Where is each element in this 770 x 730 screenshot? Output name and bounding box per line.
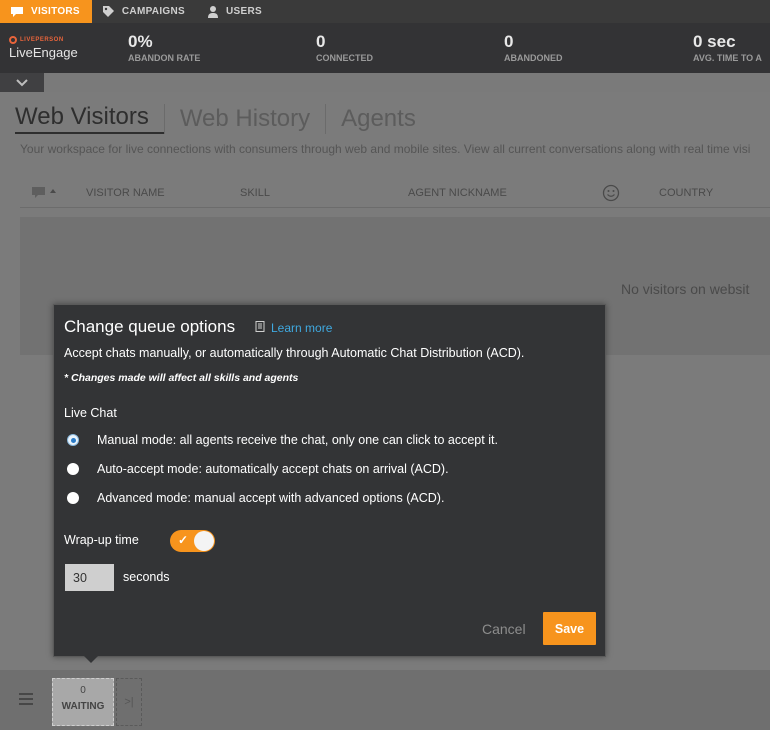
- radio-label: Manual mode: all agents receive the chat…: [97, 433, 498, 447]
- page-subtitle: Your workspace for live connections with…: [20, 142, 751, 156]
- radio-button[interactable]: [67, 492, 79, 504]
- radio-auto-accept-mode[interactable]: Auto-accept mode: automatically accept c…: [67, 462, 449, 476]
- save-button[interactable]: Save: [543, 612, 596, 645]
- user-icon: [207, 5, 219, 18]
- page-tabs: Web Visitors Web History Agents: [15, 104, 446, 134]
- kpi-abandon-rate: 0% ABANDON RATE: [128, 32, 200, 63]
- kpi-bar: LIVEPERSON LiveEngage 0% ABANDON RATE 0 …: [0, 23, 770, 73]
- column-agent-nickname[interactable]: AGENT NICKNAME: [408, 187, 507, 199]
- brand-name: LiveEngage: [9, 45, 78, 60]
- change-queue-options-dialog: Change queue options Learn more Accept c…: [53, 304, 606, 657]
- dialog-note: * Changes made will affect all skills an…: [64, 372, 299, 384]
- radio-advanced-mode[interactable]: Advanced mode: manual accept with advanc…: [67, 491, 444, 505]
- brand-logo: LIVEPERSON LiveEngage: [9, 36, 78, 60]
- wrapup-label: Wrap-up time: [64, 533, 139, 547]
- kpi-value: 0 sec: [693, 32, 736, 51]
- column-skill[interactable]: SKILL: [240, 187, 270, 199]
- toggle-knob: [194, 531, 214, 551]
- waiting-label: WAITING: [61, 701, 105, 712]
- kpi-value: 0: [316, 32, 326, 51]
- kpi-connected: 0 CONNECTED: [316, 32, 373, 63]
- kpi-label: AVG. TIME TO A: [693, 53, 762, 63]
- learn-more-link[interactable]: Learn more: [255, 321, 332, 335]
- dialog-title: Change queue options: [64, 317, 236, 336]
- bottom-bar: 0 WAITING >|: [0, 670, 770, 730]
- radio-button-selected[interactable]: [67, 434, 79, 446]
- kpi-avg-time: 0 sec AVG. TIME TO A: [693, 32, 762, 63]
- kpi-abandoned: 0 ABANDONED: [504, 32, 563, 63]
- nav-tab-users[interactable]: USERS: [197, 0, 274, 23]
- tab-divider: [325, 104, 327, 134]
- kpi-label: ABANDONED: [504, 53, 563, 63]
- tab-web-visitors[interactable]: Web Visitors: [15, 104, 164, 134]
- column-visitor-name[interactable]: VISITOR NAME: [86, 187, 165, 199]
- tab-web-history[interactable]: Web History: [180, 104, 325, 134]
- wrapup-seconds-input[interactable]: [65, 564, 114, 591]
- dialog-pointer: [84, 656, 98, 663]
- radio-manual-mode[interactable]: Manual mode: all agents receive the chat…: [67, 433, 498, 447]
- seconds-label: seconds: [123, 570, 170, 584]
- radio-label: Auto-accept mode: automatically accept c…: [97, 462, 449, 476]
- chat-sort-icon[interactable]: [31, 185, 57, 202]
- wrapup-toggle[interactable]: ✓: [170, 530, 215, 552]
- smiley-icon[interactable]: [602, 184, 620, 205]
- nav-tab-label: USERS: [225, 6, 262, 17]
- tab-agents[interactable]: Agents: [341, 104, 431, 134]
- empty-state-message: No visitors on websit: [621, 281, 750, 297]
- liveperson-logo-icon: [9, 36, 17, 44]
- chevron-down-icon: [16, 78, 28, 86]
- nav-tab-visitors[interactable]: VISITORS: [0, 0, 92, 23]
- waiting-queue-button[interactable]: 0 WAITING: [52, 678, 114, 726]
- document-icon: [255, 321, 265, 335]
- kpi-label: CONNECTED: [316, 53, 374, 63]
- radio-label: Advanced mode: manual accept with advanc…: [97, 491, 445, 505]
- waiting-count: 0: [80, 685, 86, 696]
- tag-icon: [102, 5, 115, 18]
- dialog-description: Accept chats manually, or automatically …: [64, 346, 525, 360]
- column-country[interactable]: COUNTRY: [659, 187, 713, 199]
- live-chat-heading: Live Chat: [64, 406, 117, 420]
- radio-button[interactable]: [67, 463, 79, 475]
- next-slot-icon[interactable]: >|: [116, 678, 142, 726]
- cancel-button[interactable]: Cancel: [482, 621, 526, 637]
- kpi-value: 0: [504, 32, 514, 51]
- top-nav: VISITORS CAMPAIGNS USERS: [0, 0, 770, 23]
- kpi-label: ABANDON RATE: [128, 53, 201, 63]
- brand-small-text: LIVEPERSON: [20, 37, 64, 43]
- nav-tab-campaigns[interactable]: CAMPAIGNS: [92, 0, 197, 23]
- nav-tab-label: CAMPAIGNS: [121, 6, 185, 17]
- table-header: VISITOR NAME SKILL AGENT NICKNAME COUNTR…: [20, 180, 770, 208]
- learn-more-label: Learn more: [271, 321, 333, 335]
- nav-tab-label: VISITORS: [31, 6, 80, 17]
- collapse-kpi-button[interactable]: [0, 73, 44, 92]
- chat-bubble-icon: [10, 6, 24, 18]
- kpi-value: 0%: [128, 32, 153, 51]
- menu-icon[interactable]: [18, 692, 34, 711]
- checkmark-icon: ✓: [178, 533, 189, 547]
- tab-divider: [163, 104, 165, 134]
